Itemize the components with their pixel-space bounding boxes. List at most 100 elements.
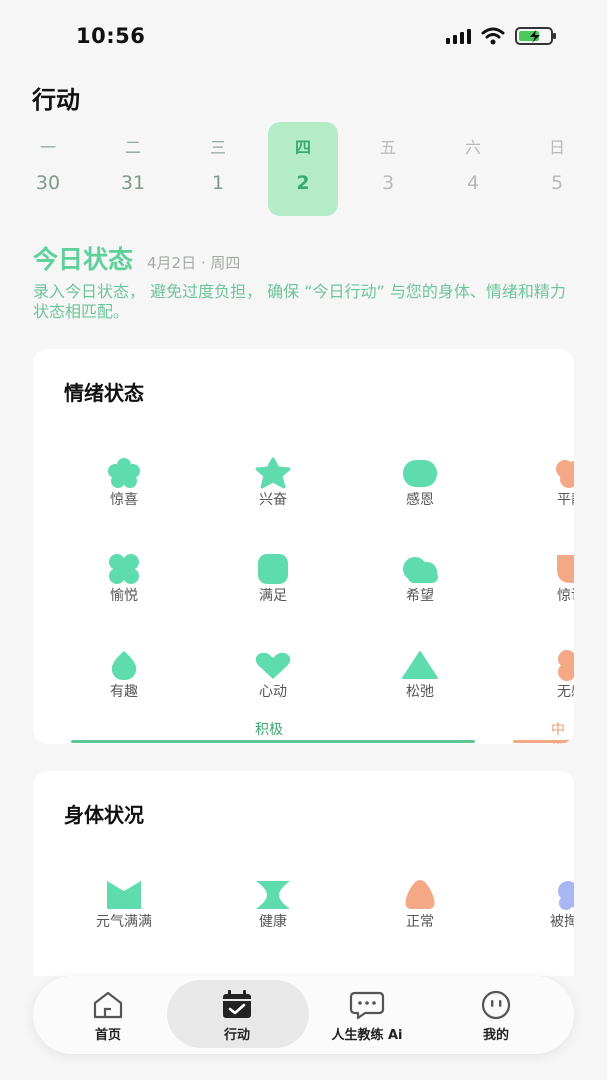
- body-card: 身体状况 元气满满 健康 正常 被掏空: [33, 771, 574, 976]
- day-date: 30: [35, 172, 61, 194]
- category-positive-bar: [71, 740, 475, 743]
- round-triangle-shape-icon: [405, 880, 435, 909]
- day-cell[interactable]: 一 30: [13, 122, 83, 216]
- emotion-item-joy[interactable]: 愉悦: [64, 553, 184, 605]
- emotion-item-excited[interactable]: 兴奋: [213, 457, 333, 509]
- day-date: 4: [466, 172, 480, 194]
- face-icon: [481, 990, 511, 1020]
- status-time: 10:56: [76, 24, 146, 48]
- day-cell-selected[interactable]: 四 2: [268, 122, 338, 216]
- emotion-item-label: 平静: [557, 492, 574, 508]
- today-status-title: 今日状态: [33, 245, 134, 274]
- day-weekday: 五: [379, 138, 396, 157]
- day-date: 1: [211, 172, 225, 194]
- emotion-item-label: 兴奋: [259, 492, 287, 508]
- day-cell[interactable]: 五 3: [353, 122, 423, 216]
- emotion-item-calm[interactable]: 平静: [511, 457, 574, 509]
- emotion-item-numb[interactable]: 无感: [511, 649, 574, 701]
- tab-profile[interactable]: 我的: [426, 976, 566, 1054]
- tab-label: 我的: [482, 1028, 509, 1043]
- flower-shape-icon: [108, 458, 140, 488]
- emotion-item-label: 满足: [259, 588, 287, 604]
- rounded-square-shape-icon: [258, 554, 288, 584]
- tab-bar: 首页 行动 人生教练 Ai 我的: [33, 976, 574, 1054]
- emotion-item-astonished[interactable]: 惊讶: [511, 553, 574, 605]
- day-weekday: 六: [464, 138, 481, 157]
- emotion-item-label: 松弛: [406, 684, 434, 700]
- day-date: 5: [550, 172, 564, 194]
- tab-home[interactable]: 首页: [38, 976, 178, 1054]
- home-icon: [93, 991, 123, 1019]
- emotion-item-label: 感恩: [406, 492, 434, 508]
- tab-label: 人生教练 Ai: [331, 1028, 403, 1043]
- body-item-label: 被掏空: [550, 914, 574, 930]
- emotion-item-label: 惊喜: [110, 492, 138, 508]
- emotion-item-hope[interactable]: 希望: [360, 553, 480, 605]
- blob-shape-icon: [558, 881, 574, 910]
- today-status-header: 今日状态 4月2日 · 周四: [33, 240, 240, 276]
- emotion-card: 情绪状态 惊喜 兴奋 感恩 平静 愉悦 满足: [33, 349, 574, 744]
- body-item-label: 正常: [406, 914, 434, 930]
- day-cell[interactable]: 三 1: [183, 122, 253, 216]
- clover-shape-icon: [109, 554, 139, 584]
- bookmark-shape-icon: [107, 881, 141, 909]
- heart-shape-icon: [255, 652, 291, 679]
- body-item-label: 健康: [259, 914, 287, 930]
- emotion-item-fun[interactable]: 有趣: [64, 649, 184, 701]
- emotion-item-gratitude[interactable]: 感恩: [360, 457, 480, 509]
- emotion-item-surprise[interactable]: 惊喜: [64, 457, 184, 509]
- hourglass-shape-icon: [256, 881, 290, 909]
- day-weekday: 日: [548, 138, 565, 157]
- calendar-check-icon: [223, 990, 251, 1018]
- blob-shape-icon: [558, 650, 574, 681]
- drop-shape-icon: [111, 651, 137, 680]
- day-weekday: 三: [209, 138, 226, 157]
- day-weekday: 一: [39, 138, 56, 157]
- triangle-shape-icon: [402, 651, 438, 679]
- body-item-normal[interactable]: 正常: [360, 879, 480, 931]
- emotion-item-relaxed[interactable]: 松弛: [360, 649, 480, 701]
- page-title: 行动: [32, 86, 80, 114]
- shield-shape-icon: [557, 555, 574, 583]
- emotion-card-title: 情绪状态: [64, 381, 144, 405]
- emotion-item-content[interactable]: 满足: [213, 553, 333, 605]
- body-card-title: 身体状况: [64, 803, 144, 827]
- today-status-date: 4月2日 · 周四: [147, 254, 241, 272]
- cloud-shape-icon: [403, 557, 438, 583]
- status-bar: 10:56: [0, 0, 607, 70]
- cellular-signal-icon: [446, 28, 471, 44]
- tab-label: 行动: [223, 1028, 250, 1043]
- body-item-healthy[interactable]: 健康: [213, 879, 333, 931]
- emotion-item-heartbeat[interactable]: 心动: [213, 649, 333, 701]
- tab-life-coach-ai[interactable]: 人生教练 Ai: [297, 976, 437, 1054]
- cloud-shape-icon: [556, 460, 574, 488]
- day-weekday: 二: [124, 138, 141, 157]
- today-status-description: 录入今日状态， 避免过度负担， 确保 “今日行动” 与您的身体、情绪和精力状态相…: [33, 282, 566, 321]
- body-item-energetic[interactable]: 元气满满: [64, 879, 184, 931]
- day-cell[interactable]: 二 31: [98, 122, 168, 216]
- wifi-icon: [481, 27, 505, 45]
- day-date: 31: [120, 172, 146, 194]
- star-shape-icon: [255, 457, 291, 489]
- battery-charging-icon: [515, 27, 556, 45]
- day-cell[interactable]: 日 5: [522, 122, 592, 216]
- tab-action[interactable]: 行动: [167, 976, 309, 1054]
- day-date: 3: [381, 172, 395, 194]
- day-date: 2: [296, 172, 310, 194]
- chat-bubble-icon: [349, 991, 385, 1020]
- tab-label: 首页: [94, 1028, 121, 1043]
- emotion-item-label: 愉悦: [110, 588, 138, 604]
- day-weekday: 四: [294, 138, 311, 157]
- day-cell[interactable]: 六 4: [438, 122, 508, 216]
- rounded-blob-shape-icon: [403, 460, 437, 487]
- emotion-item-label: 惊讶: [557, 588, 574, 604]
- body-item-label: 元气满满: [96, 914, 152, 930]
- emotion-item-label: 无感: [557, 684, 574, 700]
- category-neutral-bar: [513, 740, 573, 743]
- body-item-drained[interactable]: 被掏空: [511, 879, 574, 931]
- status-icons: [446, 26, 557, 46]
- category-positive-label[interactable]: 积极: [255, 719, 283, 739]
- week-strip: 一 30 二 31 三 1 四 2 五 3 六 4 日 5: [0, 120, 607, 220]
- emotion-item-label: 有趣: [110, 684, 138, 700]
- emotion-item-label: 希望: [406, 588, 434, 604]
